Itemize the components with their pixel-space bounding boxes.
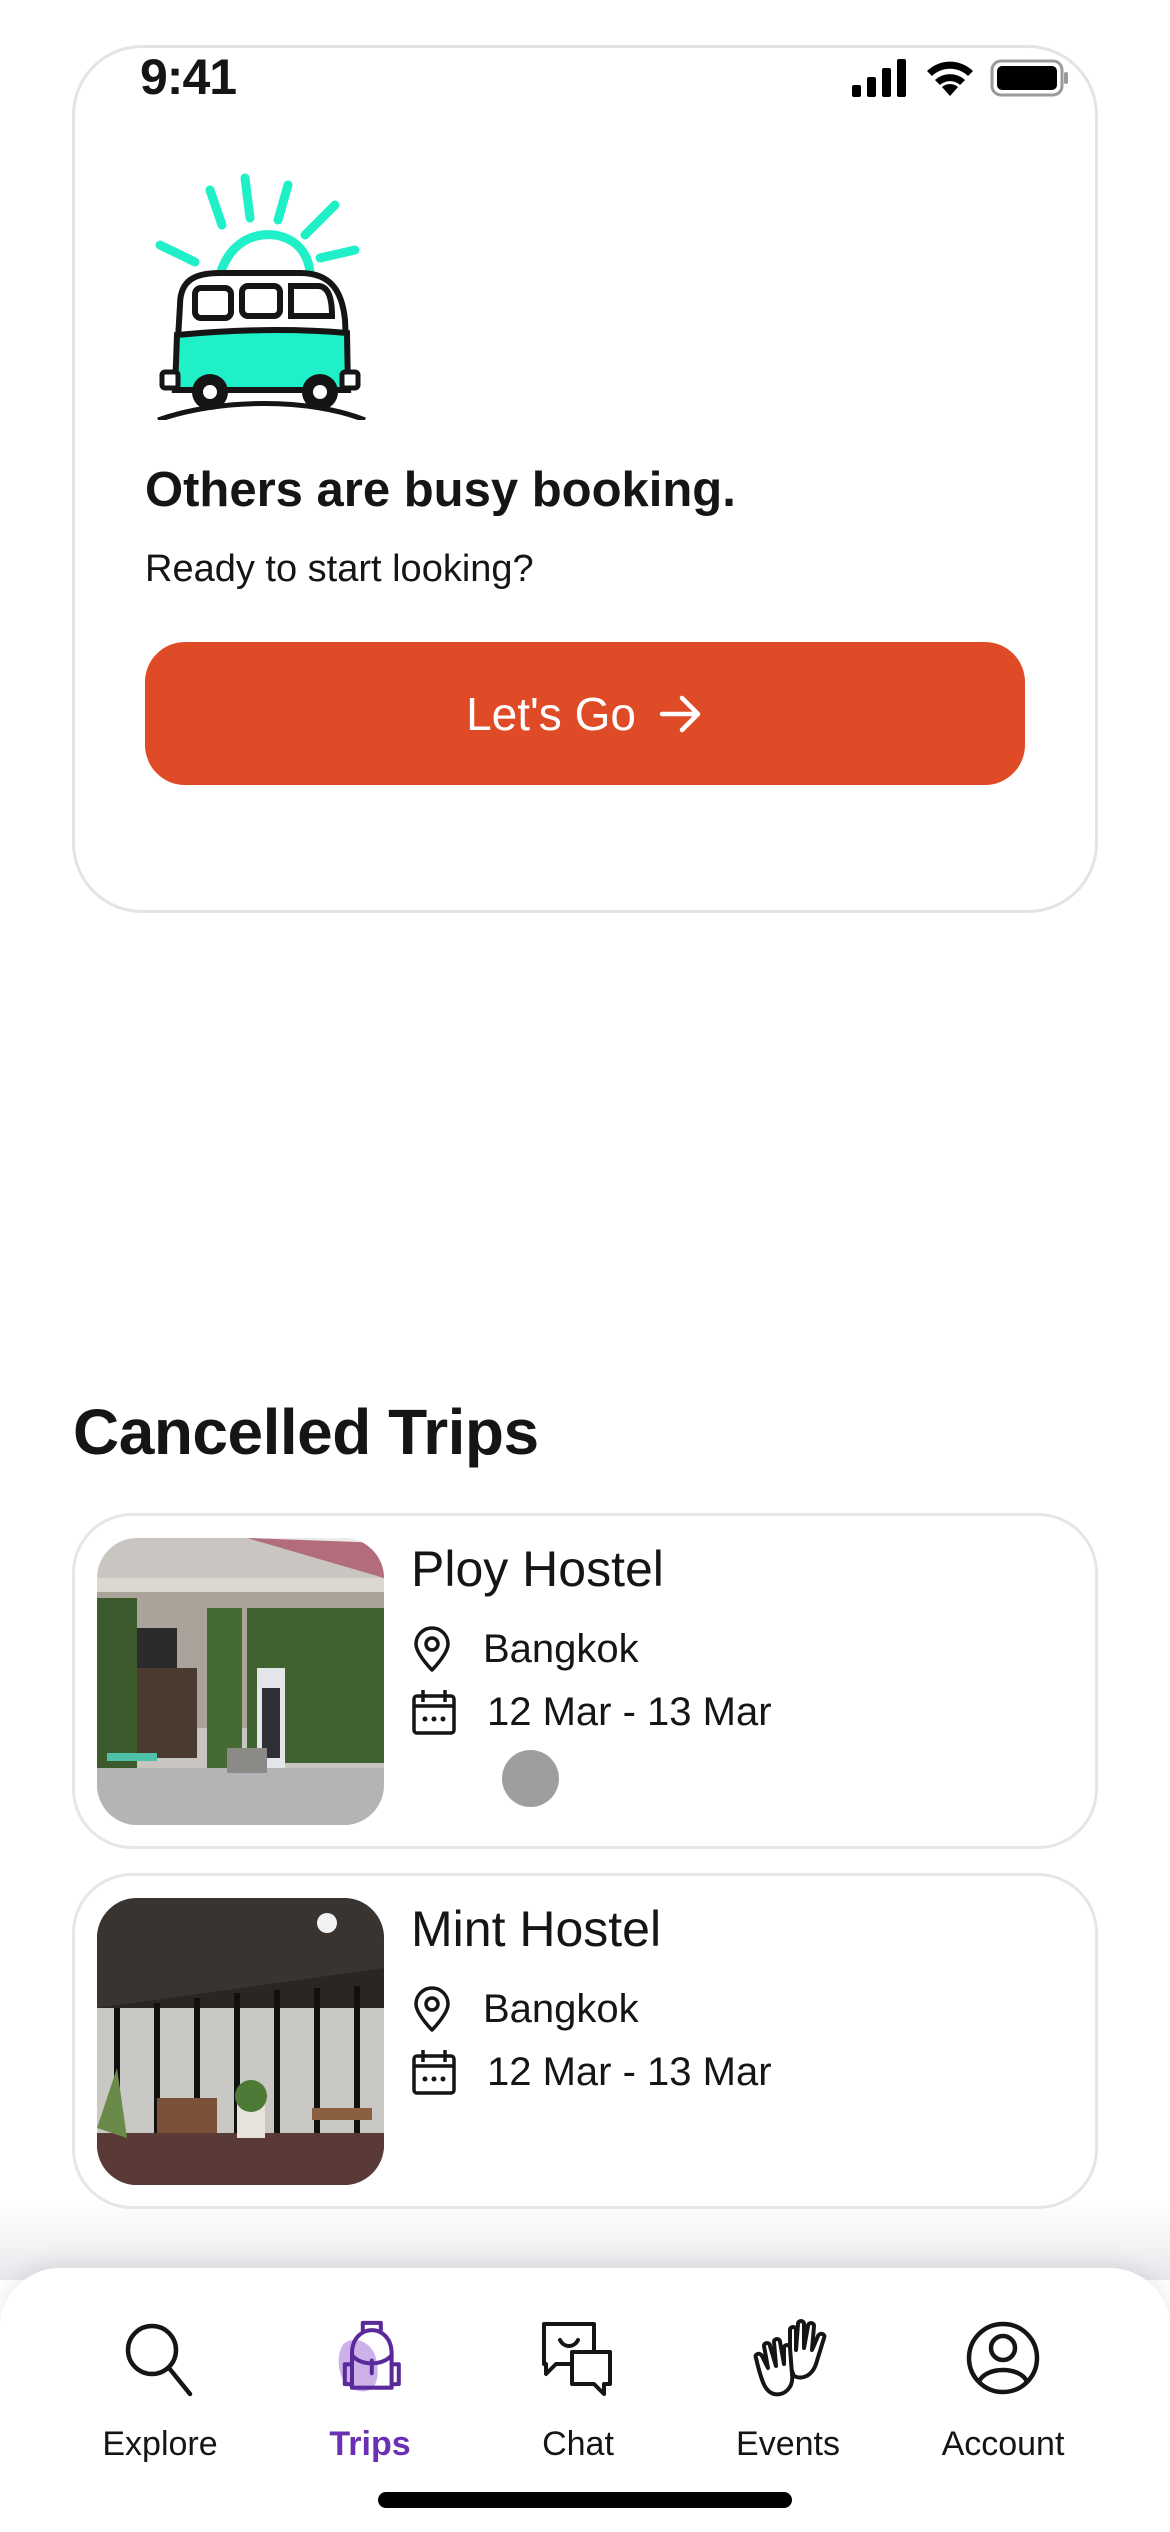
hostel-patio-photo <box>97 1898 384 2185</box>
tab-label: Explore <box>102 2425 218 2463</box>
calendar-icon <box>412 1690 456 1735</box>
tab-chat[interactable]: Chat <box>478 2313 678 2464</box>
chat-bubbles-icon <box>542 2322 612 2396</box>
tab-label: Events <box>736 2425 840 2463</box>
touch-indicator <box>502 1750 559 1807</box>
empty-state-subtitle: Ready to start looking? <box>145 548 534 590</box>
trip-dates: 12 Mar - 13 Mar <box>487 2049 772 2094</box>
trip-name: Mint Hostel <box>411 1901 662 1957</box>
tab-trips[interactable]: Trips <box>270 2313 470 2464</box>
tab-explore[interactable]: Explore <box>60 2313 260 2464</box>
lets-go-label: Let's Go <box>466 687 636 740</box>
tab-label: Trips <box>329 2425 411 2463</box>
empty-state-title: Others are busy booking. <box>145 463 736 517</box>
status-icons <box>852 58 1070 98</box>
backpack-icon <box>338 2320 401 2392</box>
hostel-exterior-photo <box>97 1538 384 1825</box>
user-circle-icon <box>966 2321 1040 2395</box>
trip-card[interactable]: Mint Hostel Bangkok 12 Mar - 13 Mar <box>72 1873 1098 2209</box>
trip-dates-row: 12 Mar - 13 Mar <box>411 2048 772 2096</box>
lets-go-button[interactable]: Let's Go <box>145 642 1025 785</box>
tab-label: Chat <box>542 2425 614 2463</box>
location-pin-icon <box>414 1986 450 2032</box>
van-with-sun-illustration <box>155 173 366 420</box>
trip-location: Bangkok <box>483 1986 639 2031</box>
cellular-signal-icon <box>852 59 906 97</box>
tab-events[interactable]: Events <box>688 2313 888 2464</box>
calendar-icon <box>412 2050 456 2095</box>
home-indicator[interactable] <box>378 2492 792 2508</box>
status-time: 9:41 <box>140 49 237 105</box>
arrow-right-icon <box>659 695 701 732</box>
trip-location: Bangkok <box>483 1626 639 1671</box>
trip-card[interactable]: Ploy Hostel Bangkok 12 Mar - 13 Mar <box>72 1513 1098 1849</box>
trip-location-row: Bangkok <box>411 1986 639 2032</box>
high-five-icon <box>753 2319 827 2397</box>
trip-name: Ploy Hostel <box>411 1541 664 1597</box>
trip-dates-row: 12 Mar - 13 Mar <box>411 1688 772 1736</box>
trip-location-row: Bangkok <box>411 1626 639 1672</box>
wifi-icon <box>927 61 973 96</box>
search-icon <box>125 2323 193 2397</box>
tab-account[interactable]: Account <box>903 2313 1103 2464</box>
cancelled-trips-heading: Cancelled Trips <box>73 1396 539 1468</box>
battery-icon <box>990 59 1068 97</box>
location-pin-icon <box>414 1626 450 1672</box>
tab-label: Account <box>941 2425 1065 2463</box>
trip-dates: 12 Mar - 13 Mar <box>487 1689 772 1734</box>
